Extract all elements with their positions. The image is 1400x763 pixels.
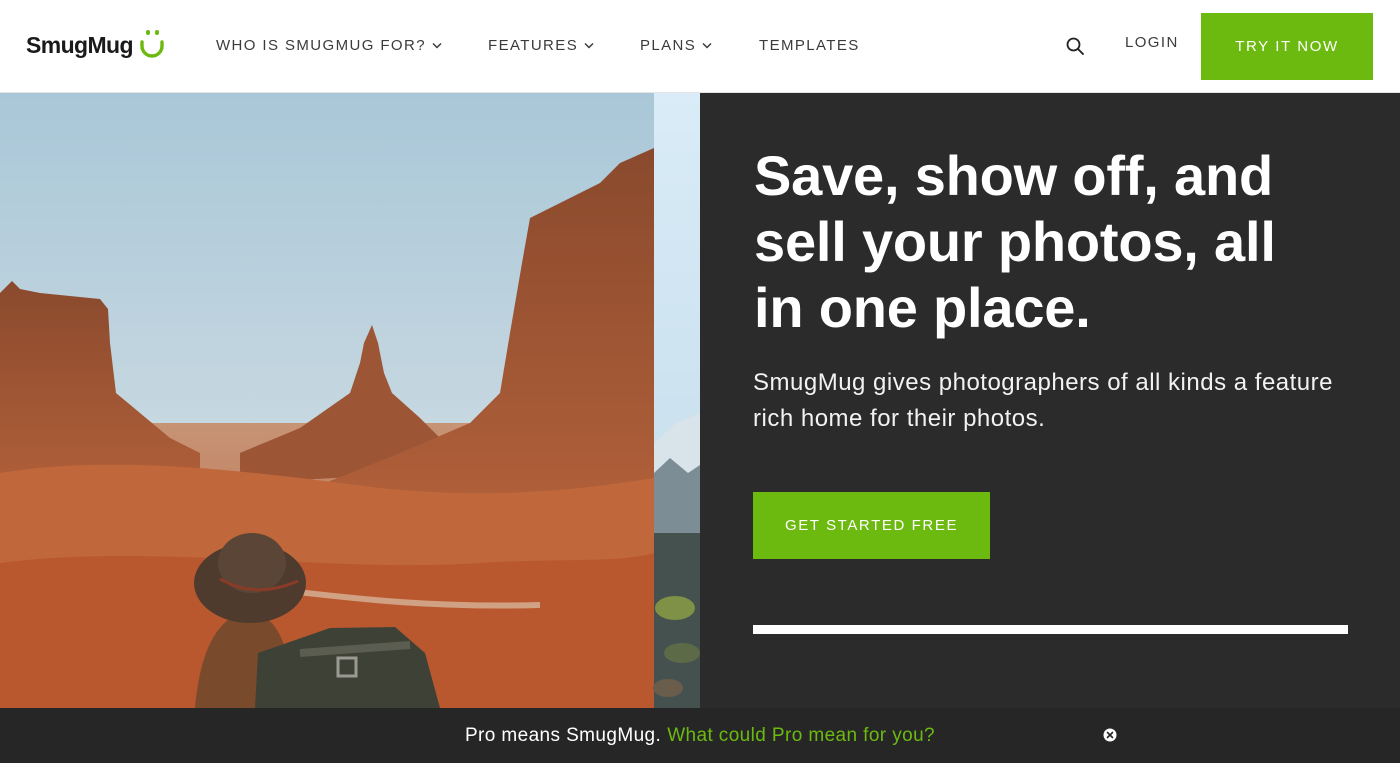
nav-features-label: FEATURES	[488, 36, 579, 54]
hero-panel: Save, show off, and sell your photos, al…	[700, 93, 1400, 708]
smiley-logo-icon	[140, 30, 164, 58]
slide-progress-bar	[753, 625, 1348, 634]
hero-image	[0, 93, 700, 708]
search-icon[interactable]	[1065, 36, 1085, 56]
site-header: SmugMug WHO IS SMUGMUG FOR? FEATURES PLA…	[0, 0, 1400, 93]
nav-features[interactable]: FEATURES	[488, 34, 594, 56]
nav-plans-label: PLANS	[640, 36, 697, 54]
nav-templates-label: TEMPLATES	[759, 36, 860, 54]
logo-wordmark: SmugMug	[26, 31, 134, 58]
promo-banner-link[interactable]: What could Pro mean for you?	[667, 725, 935, 747]
nav-who-is-smugmug-for[interactable]: WHO IS SMUGMUG FOR?	[216, 34, 442, 56]
nav-templates[interactable]: TEMPLATES	[759, 34, 860, 56]
chevron-down-icon	[432, 42, 442, 49]
slide-progress-fill	[753, 625, 1348, 634]
try-it-now-button[interactable]: TRY IT NOW	[1201, 13, 1373, 80]
promo-banner-message: Pro means SmugMug.	[464, 724, 662, 746]
promo-banner: Pro means SmugMug. What could Pro mean f…	[0, 708, 1400, 763]
desert-photo-illustration	[0, 93, 700, 708]
hero-headline: Save, show off, and sell your photos, al…	[754, 144, 1276, 339]
chevron-down-icon	[584, 42, 594, 49]
get-started-free-button[interactable]: GET STARTED FREE	[753, 492, 990, 559]
nav-plans[interactable]: PLANS	[640, 34, 712, 56]
smugmug-logo[interactable]: SmugMug	[26, 26, 165, 64]
login-link[interactable]: LOGIN	[1125, 34, 1179, 51]
promo-banner-text: Pro means SmugMug. What could Pro mean f…	[0, 708, 1400, 763]
close-circle-icon[interactable]	[1103, 728, 1117, 742]
nav-who-label: WHO IS SMUGMUG FOR?	[216, 36, 426, 54]
chevron-down-icon	[702, 42, 712, 49]
hero-subtext: SmugMug gives photographers of all kinds…	[753, 369, 1333, 432]
